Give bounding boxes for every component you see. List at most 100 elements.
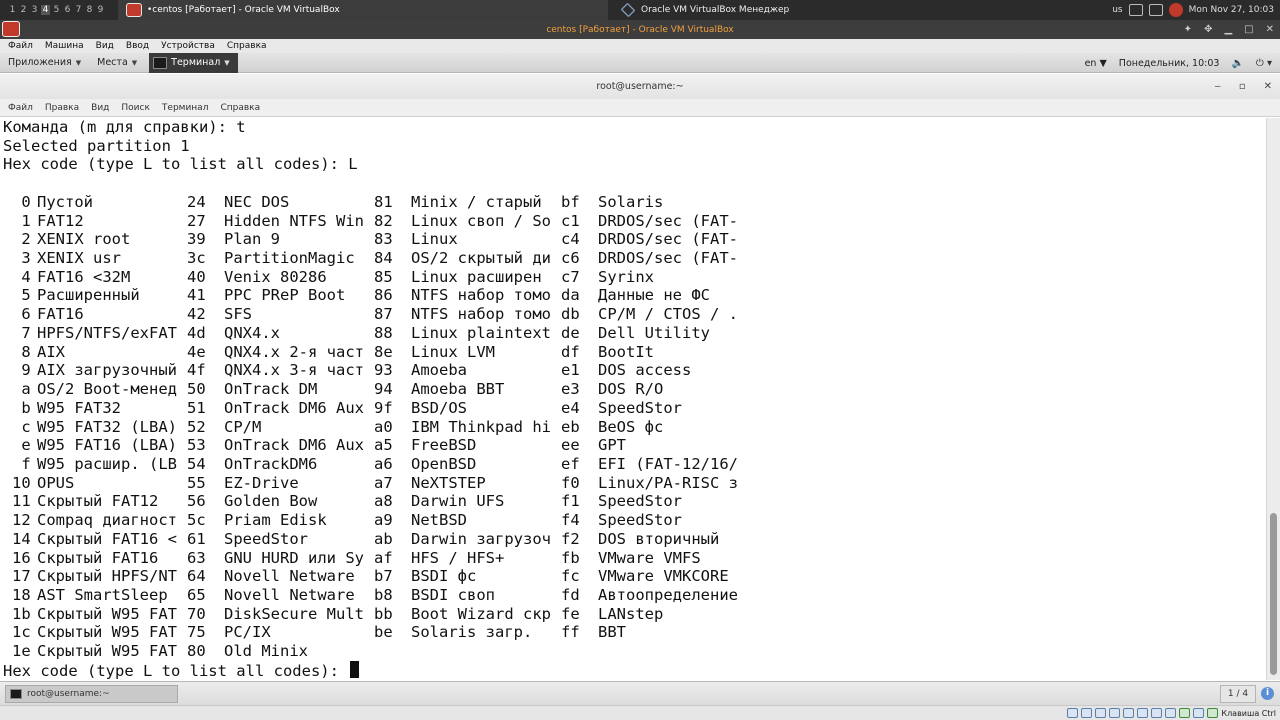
record-icon[interactable]	[1168, 3, 1183, 17]
partition-type-name: Данные не ФС	[598, 286, 710, 305]
partition-type-name: Boot Wizard скр	[411, 604, 551, 623]
terminal-menu-item[interactable]: Файл	[8, 103, 33, 113]
display-icon[interactable]	[1151, 708, 1163, 718]
vbox-menu-item[interactable]: Машина	[45, 41, 84, 51]
virtualization-icon[interactable]	[1179, 708, 1191, 718]
terminal-menu-item[interactable]: Справка	[220, 103, 260, 113]
video-capture-icon[interactable]	[1165, 708, 1177, 718]
partition-type-name: BBT	[598, 623, 626, 642]
terminal-menu-item[interactable]: Правка	[45, 103, 79, 113]
host-task-vbox-manager[interactable]: Oracle VM VirtualBox Менеджер	[612, 0, 1092, 20]
partition-type-row: 17 Скрытый HPFS/NT 64 Novell Netware b7 BSDI …	[0, 567, 1260, 586]
partition-type-name: Priam Edisk	[224, 511, 327, 530]
workspace-7[interactable]: 7	[74, 5, 83, 15]
audio-icon[interactable]	[1095, 708, 1107, 718]
input-source-indicator[interactable]: en ▼	[1085, 58, 1107, 69]
shared-folders-icon[interactable]	[1137, 708, 1149, 718]
partition-type-code: 9	[12, 361, 31, 380]
partition-type-row: 10 OPUS 55 EZ-Drive a7 NeXTSTEP f0 Linux/PA-RIS…	[0, 474, 1260, 493]
partition-type-code: bb	[374, 604, 393, 623]
close-icon[interactable]: ✕	[1266, 24, 1274, 35]
network-icon[interactable]	[1148, 4, 1163, 16]
kbd-layout-indicator[interactable]: us	[1112, 5, 1122, 15]
volume-icon[interactable]: 🔈	[1231, 58, 1243, 69]
partition-type-name: Old Minix	[224, 642, 308, 661]
terminal-scrollbar[interactable]	[1266, 118, 1280, 680]
workspace-3[interactable]: 3	[30, 5, 39, 15]
vbox-menu-item[interactable]: Вид	[96, 41, 114, 51]
partition-type-code: 55	[187, 473, 206, 492]
power-icon[interactable]: ⏻ ▾	[1256, 58, 1272, 69]
terminal-menu-item[interactable]: Терминал	[162, 103, 209, 113]
partition-type-code: fd	[561, 586, 580, 604]
partition-type-name: Скрытый FAT16 <	[37, 529, 177, 548]
optical-drive-icon[interactable]	[1081, 708, 1093, 718]
workspace-indicator[interactable]: 1 / 4	[1220, 685, 1256, 703]
gnome-clock[interactable]: Понедельник, 10:03	[1119, 58, 1220, 69]
partition-type-name: NEC DOS	[224, 192, 290, 211]
partition-type-code: 39	[187, 230, 206, 249]
vbox-window-titlebar[interactable]: centos [Работает] - Oracle VM VirtualBox…	[0, 20, 1280, 39]
partition-type-code: 1c	[12, 623, 31, 642]
partition-type-code: 5	[12, 286, 31, 305]
terminal-app-label: Терминал	[171, 57, 221, 68]
vbox-menu-item[interactable]: Справка	[227, 41, 267, 51]
applications-menu[interactable]: Приложения ▼	[0, 53, 89, 73]
partition-type-name: W95 FAT16 (LBA)	[37, 436, 177, 455]
partition-type-code: de	[561, 323, 580, 342]
workspace-4[interactable]: 4	[41, 5, 50, 15]
partition-type-name: Minix / старый	[411, 192, 542, 211]
workspace-8[interactable]: 8	[85, 5, 94, 15]
partition-type-code: fc	[561, 567, 580, 586]
partition-type-name: Venix 80286	[224, 267, 327, 286]
hdd-icon[interactable]	[1067, 708, 1079, 718]
partition-type-code: 81	[374, 192, 393, 211]
partition-type-row: f W95 расшир. (LB 54 OnTrackDM6 a6 OpenBSD ef E…	[0, 455, 1260, 474]
partition-type-name: BSD/OS	[411, 398, 467, 417]
scrollbar-thumb[interactable]	[1270, 513, 1277, 675]
partition-type-row: 1c Скрытый W95 FAT 75 PC/IX be Solaris загр. f…	[0, 623, 1260, 642]
close-icon[interactable]: ✕	[1264, 81, 1272, 92]
partition-type-name: DOS R/O	[598, 380, 664, 399]
mouse-integration-icon[interactable]	[1193, 708, 1205, 718]
vbox-menu-item[interactable]: Устройства	[161, 41, 215, 51]
workspace-6[interactable]: 6	[63, 5, 72, 15]
terminal-menu-item[interactable]: Поиск	[121, 103, 150, 113]
host-clock[interactable]: Mon Nov 27, 10:03	[1189, 5, 1274, 15]
terminal-output[interactable]: Команда (m для справки): t Selected parti…	[0, 118, 1266, 680]
vbox-menu-item[interactable]: Файл	[8, 41, 33, 51]
vbox-menu-item[interactable]: Ввод	[126, 41, 149, 51]
workspace-switcher[interactable]: 123456789	[0, 5, 105, 15]
workspace-2[interactable]: 2	[19, 5, 28, 15]
host-task-vbox-vm[interactable]: •centos [Работает] - Oracle VM VirtualBo…	[118, 0, 608, 20]
minimize-icon[interactable]: ▁	[1224, 24, 1232, 35]
network-icon[interactable]	[1109, 708, 1121, 718]
terminal-menu-item[interactable]: Вид	[91, 103, 109, 113]
partition-type-name: FreeBSD	[411, 436, 477, 455]
host-key-icon[interactable]	[1207, 708, 1219, 718]
partition-type-name: Linux своп / So	[411, 211, 551, 230]
maximize-icon[interactable]: □	[1244, 24, 1253, 35]
usb-icon[interactable]	[1123, 708, 1135, 718]
pin-icon[interactable]: ✦	[1184, 24, 1192, 35]
move-icon[interactable]: ✥	[1204, 24, 1212, 35]
terminal-titlebar[interactable]: root@username:~ ‒ ▫ ✕	[0, 74, 1280, 99]
partition-type-name: PartitionMagic	[224, 249, 355, 268]
workspace-1[interactable]: 1	[8, 5, 17, 15]
partition-type-row: 0 Пустой 24 NEC DOS 81 Minix / старый bf Solari…	[0, 193, 1260, 212]
partition-type-code: 1	[12, 211, 31, 230]
places-menu[interactable]: Места ▼	[89, 53, 145, 73]
maximize-icon[interactable]: ▫	[1239, 81, 1246, 92]
terminal-prompt-line[interactable]: Hex code (type L to list all codes):	[3, 660, 360, 680]
partition-type-code: 56	[187, 492, 206, 511]
minimize-icon[interactable]: ‒	[1214, 81, 1220, 92]
notifications-icon[interactable]: i	[1261, 687, 1274, 700]
workspace-9[interactable]: 9	[96, 5, 105, 15]
dropbox-icon[interactable]	[1128, 4, 1143, 16]
terminal-app-menu[interactable]: Терминал ▼	[149, 52, 238, 73]
partition-type-code: 3	[12, 249, 31, 268]
partition-type-name: Amoeba	[411, 361, 467, 380]
taskbar-terminal-button[interactable]: root@username:~	[5, 685, 178, 703]
workspace-5[interactable]: 5	[52, 5, 61, 15]
vbox-statusbar: Клавиша Ctrl	[0, 705, 1280, 720]
